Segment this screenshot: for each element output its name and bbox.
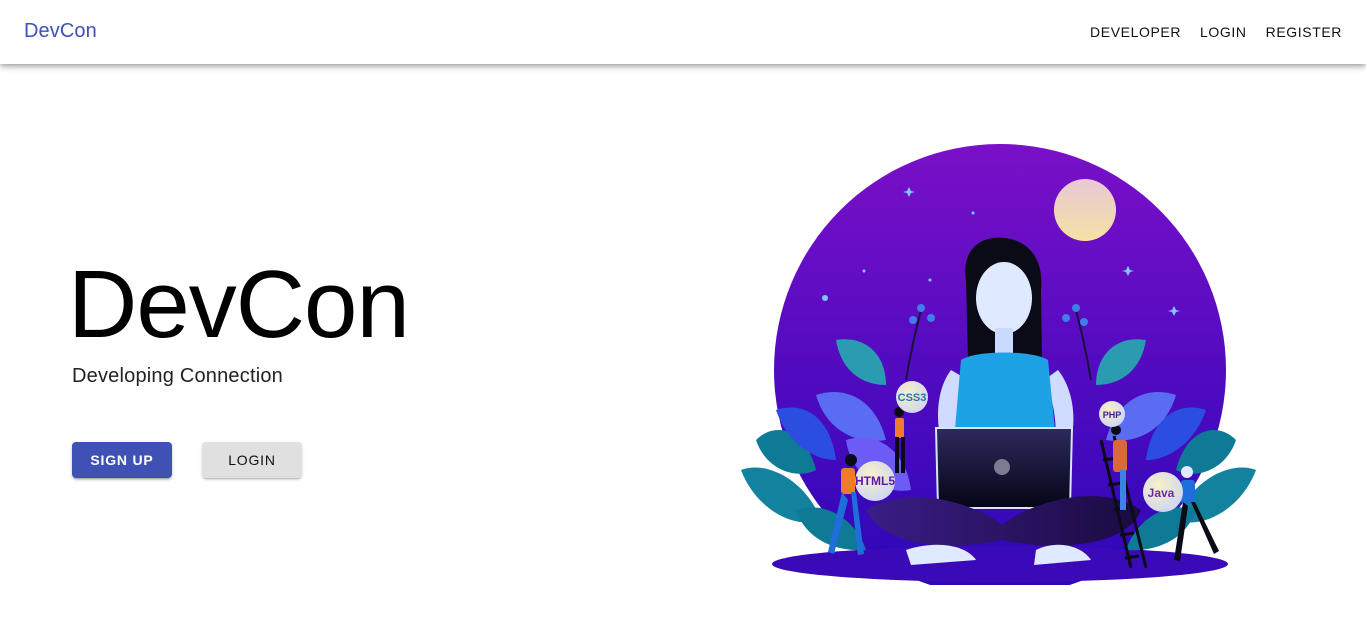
shirt bbox=[954, 352, 1056, 440]
php-badge-label: PHP bbox=[1103, 410, 1122, 420]
top-nav: DEVELOPER LOGIN REGISTER bbox=[1071, 0, 1342, 64]
php-badge: PHP bbox=[1099, 401, 1125, 427]
login-button[interactable]: LOGIN bbox=[202, 442, 302, 478]
nav-register-link[interactable]: REGISTER bbox=[1266, 24, 1342, 40]
hero-subtitle: Developing Connection bbox=[72, 365, 284, 387]
moon-icon bbox=[1054, 179, 1116, 241]
java-badge: Java bbox=[1143, 472, 1183, 512]
face bbox=[976, 262, 1032, 334]
developer-illustration: CSS3 HTML5 PHP Java bbox=[741, 144, 1256, 585]
nav-developer-link[interactable]: DEVELOPER bbox=[1090, 24, 1181, 40]
hero-title: DevCon bbox=[68, 251, 410, 358]
ground-shadow bbox=[772, 546, 1228, 582]
css3-badge: CSS3 bbox=[896, 381, 928, 413]
app-bar: DevCon DEVELOPER LOGIN REGISTER bbox=[0, 0, 1366, 64]
java-badge-label: Java bbox=[1148, 486, 1175, 500]
html5-badge-label: HTML5 bbox=[855, 474, 895, 488]
css3-badge-label: CSS3 bbox=[898, 392, 927, 404]
html5-badge: HTML5 bbox=[855, 461, 895, 501]
nav-login-link[interactable]: LOGIN bbox=[1200, 24, 1247, 40]
brand-link[interactable]: DevCon bbox=[24, 20, 97, 43]
signup-button[interactable]: SIGN UP bbox=[72, 442, 172, 478]
